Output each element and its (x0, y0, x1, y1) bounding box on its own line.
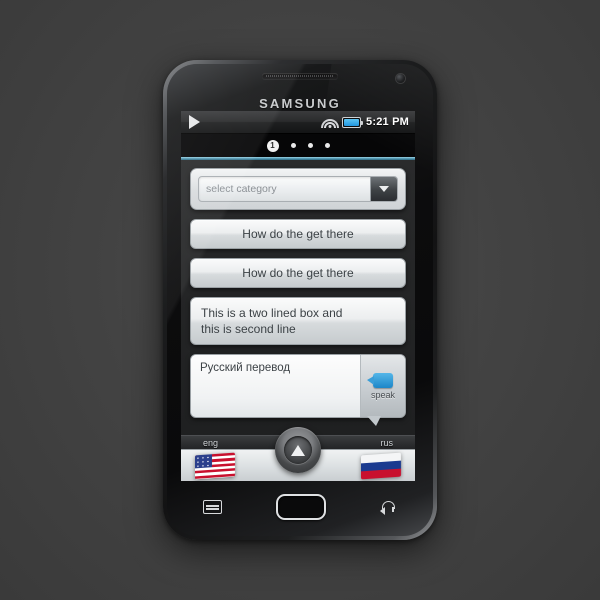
home-button[interactable] (275, 494, 326, 520)
mic-button-ring (284, 436, 312, 464)
status-bar: 5:21 PM (181, 111, 415, 134)
language-label-rus: rus (380, 437, 393, 448)
mic-record-button[interactable] (275, 427, 321, 473)
two-line-box[interactable]: This is a two lined box and this is seco… (190, 297, 406, 346)
select-category-dropdown[interactable]: select category (198, 176, 398, 202)
phone-front-face: SAMSUNG 5:21 PM 1 select category How do… (167, 64, 433, 536)
select-category-value: select category (206, 183, 277, 195)
page-indicator: 1 (181, 134, 415, 157)
status-bar-clock: 5:21 PM (366, 116, 409, 128)
hardware-button-row (181, 489, 419, 525)
page-indicator-dot-4[interactable] (324, 143, 330, 148)
samsung-phone-device: SAMSUNG 5:21 PM 1 select category How do… (163, 60, 437, 540)
flag-russia-icon[interactable] (361, 452, 401, 479)
triangle-up-icon (291, 444, 305, 456)
chevron-down-icon[interactable] (370, 177, 397, 201)
category-panel: select category (190, 168, 406, 210)
play-icon[interactable] (189, 115, 200, 129)
translation-box[interactable]: Русский перевод speak (190, 354, 406, 427)
speech-bubble-icon (367, 372, 393, 388)
earpiece-speaker-icon (262, 73, 338, 79)
language-bar: eng rus (181, 427, 415, 481)
phrase-row-1[interactable]: How do the get there (190, 219, 406, 249)
page-indicator-current[interactable]: 1 (266, 139, 279, 152)
page-indicator-dot-2[interactable] (290, 143, 296, 148)
flag-usa-icon[interactable] (195, 452, 235, 479)
two-line-box-line-1: This is a two lined box and (201, 306, 343, 320)
battery-icon (342, 116, 364, 128)
back-icon[interactable] (379, 500, 397, 515)
status-bar-right-group: 5:21 PM (321, 116, 409, 128)
samsung-brand-logo: SAMSUNG (259, 96, 341, 111)
wifi-icon (321, 117, 340, 128)
page-indicator-dot-3[interactable] (307, 143, 313, 148)
speak-button[interactable]: speak (361, 355, 405, 427)
screenshot-stage: SAMSUNG 5:21 PM 1 select category How do… (0, 0, 600, 600)
language-label-eng: eng (203, 437, 219, 448)
speak-button-tail (367, 416, 381, 427)
phrase-row-2[interactable]: How do the get there (190, 258, 406, 288)
phone-screen: 5:21 PM 1 select category How do the get… (181, 111, 415, 481)
menu-icon[interactable] (203, 500, 222, 514)
translation-text: Русский перевод (191, 355, 361, 418)
app-content: select category How do the get there How… (181, 160, 415, 481)
front-camera-icon (396, 74, 405, 83)
two-line-box-line-2: this is second line (201, 322, 296, 337)
speak-button-label: speak (370, 389, 396, 400)
